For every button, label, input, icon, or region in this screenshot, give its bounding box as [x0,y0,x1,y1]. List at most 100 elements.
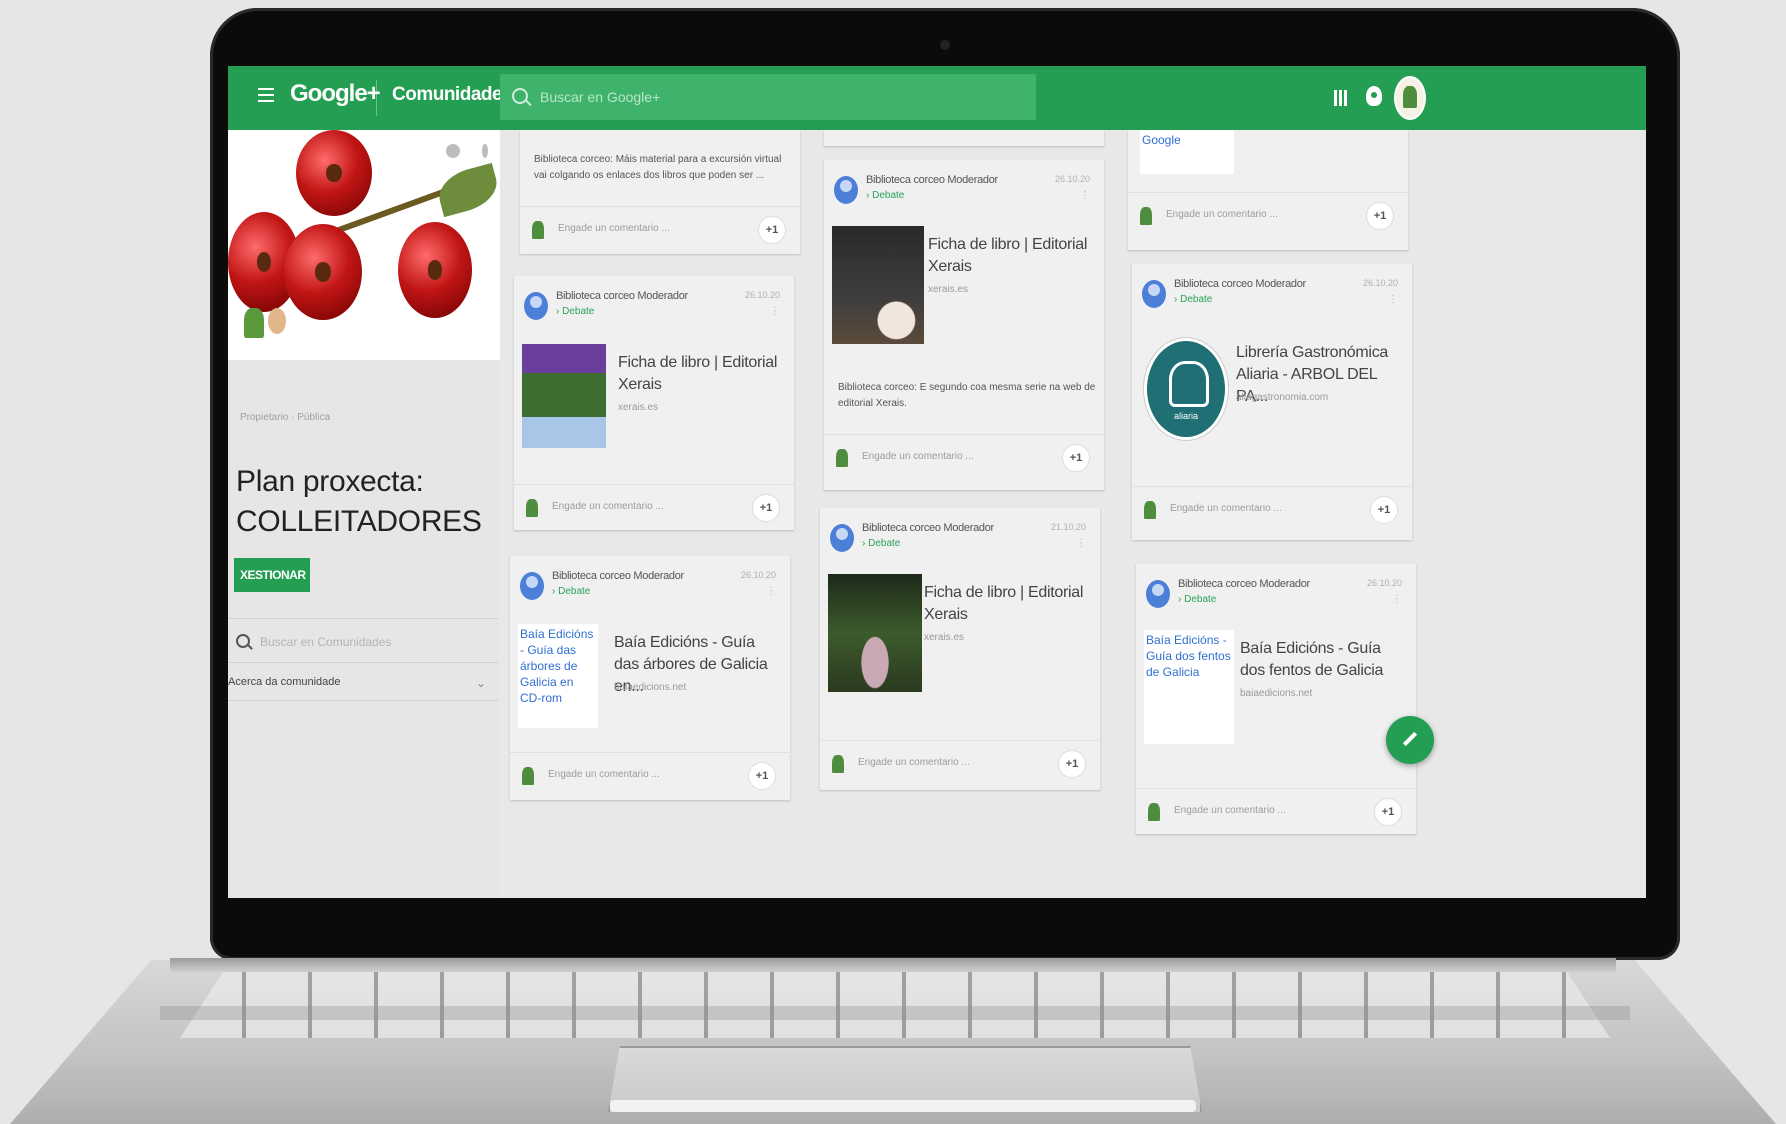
author-avatar[interactable] [520,572,544,600]
add-comment[interactable]: Engade un comentario ... [1170,503,1282,514]
search-bar[interactable] [500,74,1036,120]
about-community[interactable]: Acerca da comunidade ⌄ [228,676,490,698]
post-menu-icon[interactable]: ⋮ [1392,594,1402,605]
post-menu-icon[interactable]: ⋮ [766,586,776,597]
more-options-icon[interactable] [482,144,488,158]
plus-one-button[interactable]: +1 [1374,798,1402,826]
add-comment[interactable]: Engade un comentario ... [858,757,970,768]
plus-one-button[interactable]: +1 [1370,496,1398,524]
post-header: Biblioteca corceo Moderador › Debate 26.… [824,160,1104,210]
add-comment[interactable]: Engade un comentario ... [1174,805,1286,816]
screen: Google+ Comunidades Propietario · Públic… [228,66,1646,898]
post-menu-icon[interactable]: ⋮ [770,306,780,317]
post-date: 26.10.20 [740,570,776,580]
author-avatar[interactable] [830,524,854,552]
link-title[interactable]: Baía Edicións - Guía dos fentos de Galic… [1240,638,1408,682]
add-person-icon[interactable] [446,144,460,158]
berry [296,130,372,216]
link-preview[interactable]: Ficha de libro | Editorial Xerais xerais… [820,574,1100,706]
camera [940,40,950,50]
post-date: 21.10.20 [1050,522,1086,532]
leaf [433,162,500,218]
add-comment[interactable]: Engade un comentario ... [558,223,670,234]
link-preview[interactable]: Baía Edicións - Guía dos fentos de Galic… [1136,630,1416,762]
berry [284,224,362,320]
apps-grid-icon[interactable] [1334,90,1348,106]
section-title[interactable]: Comunidades [392,84,513,106]
header-divider [376,80,377,116]
add-comment[interactable]: Engade un comentario ... [1166,209,1278,220]
moderator-avatar[interactable] [268,308,286,334]
post-category[interactable]: › Debate [862,538,900,549]
post-category[interactable]: › Debate [866,190,904,201]
post-category[interactable]: › Debate [556,306,594,317]
author-name[interactable]: Biblioteca corceo Moderador [556,290,688,302]
plus-one-button[interactable]: +1 [748,762,776,790]
link-preview[interactable]: Baía Edicións - Guía das árbores de Gali… [510,624,790,736]
link-preview[interactable]: Ficha de libro | Editorial Xerais xerais… [824,226,1104,358]
author-name[interactable]: Biblioteca corceo Moderador [1178,578,1310,590]
google-plus-logo[interactable]: Google+ [290,80,381,108]
plus-one-button[interactable]: +1 [1366,202,1394,230]
post-date: 26.10.20 [1362,278,1398,288]
post-card: Biblioteca corceo Moderador › Debate 21.… [820,508,1100,790]
author-name[interactable]: Biblioteca corceo Moderador [862,522,994,534]
book-cover-thumbnail [828,574,922,692]
author-name[interactable]: Biblioteca corceo Moderador [552,570,684,582]
link-title[interactable]: Ficha de libro | Editorial Xerais [928,234,1096,278]
community-search-input[interactable] [258,630,492,654]
link-title[interactable]: Ficha de libro | Editorial Xerais [924,582,1092,626]
commenter-avatar [522,767,534,785]
post-header: Biblioteca corceo Moderador › Debate 26.… [1132,264,1412,314]
post-menu-icon[interactable]: ⋮ [1388,294,1398,305]
laptop-lip [610,1100,1196,1112]
plus-one-button[interactable]: +1 [758,216,786,244]
post-card: Biblioteca corceo Moderador › Debate 26.… [510,556,790,800]
owner-avatar[interactable] [244,308,264,338]
post-footer: Engade un comentario ... +1 [520,206,800,253]
commenter-avatar [832,755,844,773]
divider [228,662,498,663]
community-search[interactable] [236,628,496,656]
keyboard [180,972,1610,1038]
menu-icon[interactable] [258,88,274,102]
link-title[interactable]: Ficha de libro | Editorial Xerais [618,352,786,396]
commenter-avatar [836,449,848,467]
post-card: Biblioteca corceo Moderador › Debate 26.… [824,160,1104,490]
add-comment[interactable]: Engade un comentario ... [552,501,664,512]
account-avatar[interactable] [1394,76,1426,120]
author-name[interactable]: Biblioteca corceo Moderador [1174,278,1306,290]
book-cover-thumbnail [832,226,924,344]
add-comment[interactable]: Engade un comentario ... [548,769,660,780]
plus-one-button[interactable]: +1 [1062,444,1090,472]
link-domain: baiaedicions.net [1240,688,1313,699]
add-comment[interactable]: Engade un comentario ... [862,451,974,462]
post-menu-icon[interactable]: ⋮ [1080,190,1090,201]
link-preview[interactable]: aliaria Librería Gastronómica Aliaria - … [1132,334,1412,466]
author-avatar[interactable] [834,176,858,204]
post-menu-icon[interactable]: ⋮ [1076,538,1086,549]
divider [228,618,498,619]
commenter-avatar [1148,803,1160,821]
commenter-avatar [1140,207,1152,225]
laptop-hinge [170,958,1616,972]
plus-one-button[interactable]: +1 [1058,750,1086,778]
notifications-icon[interactable] [1366,86,1382,106]
post-text: Biblioteca corceo: Máis material para a … [534,154,782,181]
post-category[interactable]: › Debate [1178,594,1216,605]
post-date: 26.10.20 [1366,578,1402,588]
new-post-pencil-icon[interactable] [1386,716,1434,764]
search-input[interactable] [538,82,1022,112]
manage-button[interactable]: XESTIONAR [234,558,310,592]
post-footer: Engade un comentario ... +1 [820,740,1100,787]
about-label: Acerca da comunidade [228,676,341,688]
author-name[interactable]: Biblioteca corceo Moderador [866,174,998,186]
link-preview[interactable]: Ficha de libro | Editorial Xerais xerais… [514,344,794,456]
plus-one-button[interactable]: +1 [752,494,780,522]
post-category[interactable]: › Debate [1174,294,1212,305]
author-avatar[interactable] [1142,280,1166,308]
post-text: Biblioteca corceo: E segundo coa mesma s… [838,382,1096,409]
author-avatar[interactable] [1146,580,1170,608]
post-category[interactable]: › Debate [552,586,590,597]
author-avatar[interactable] [524,292,548,320]
